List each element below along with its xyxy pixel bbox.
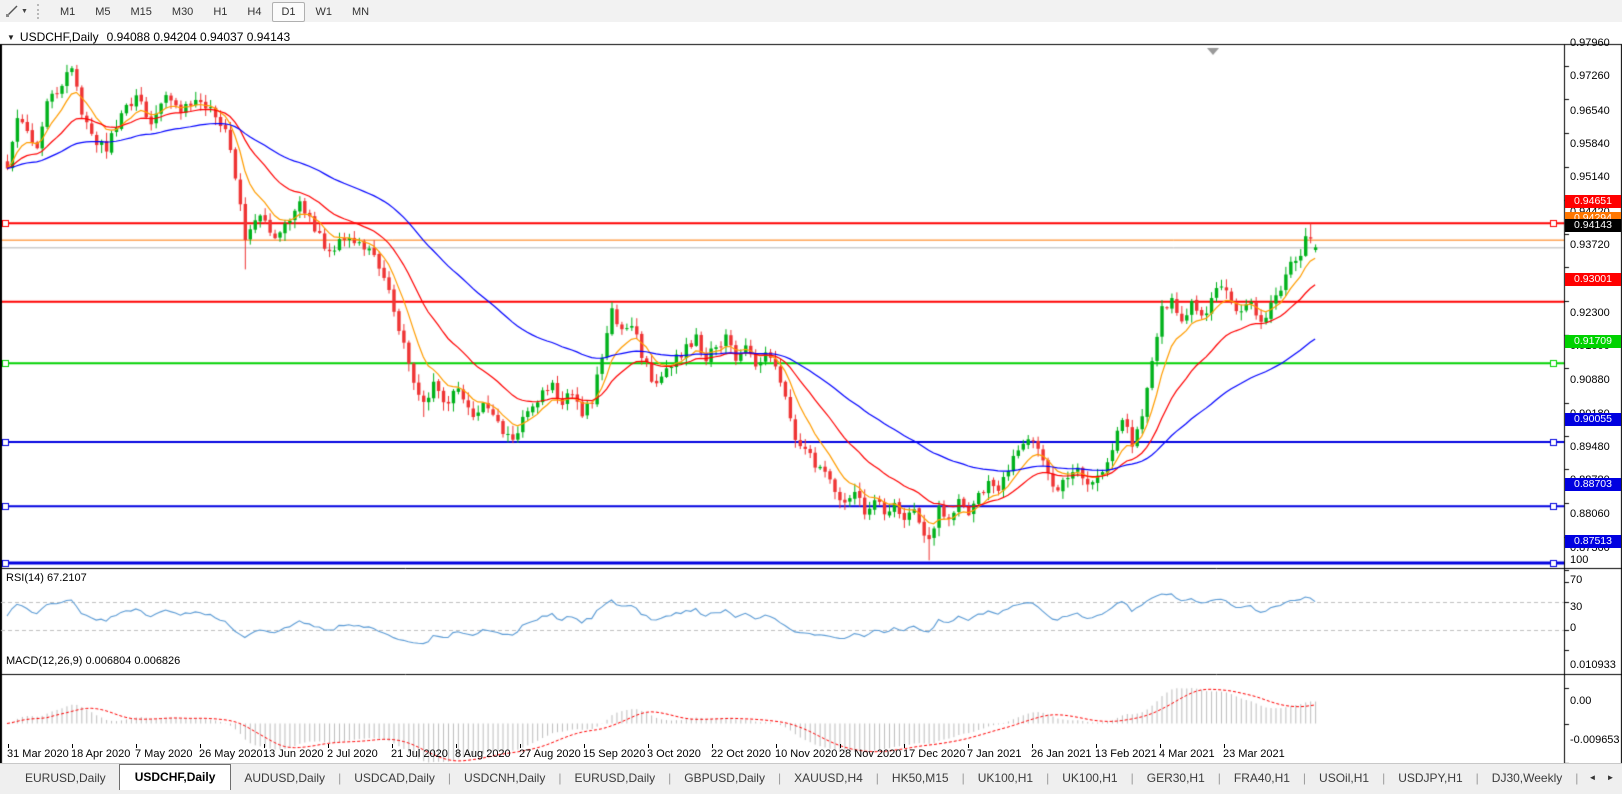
- chart-tab-china300-h1[interactable]: CHINA300,H1: [1578, 767, 1582, 790]
- chart-tab-usdchf-daily[interactable]: USDCHF,Daily: [119, 764, 232, 790]
- time-axis-tick: 3 Oct 2020: [647, 748, 701, 760]
- time-axis-tick: 31 Mar 2020: [7, 748, 69, 760]
- chart-tab-eurusd-daily[interactable]: EURUSD,Daily: [561, 767, 668, 790]
- chart-tab-fra40-h1[interactable]: FRA40,H1: [1221, 767, 1303, 790]
- time-axis-tick: 13 Jun 2020: [263, 748, 324, 760]
- hline-price-tag[interactable]: 0.90055: [1565, 413, 1621, 426]
- chart-tab-hk50-m15[interactable]: HK50,M15: [879, 767, 962, 790]
- time-axis-tick: 7 May 2020: [135, 748, 192, 760]
- chart-tab-uk100-h1[interactable]: UK100,H1: [1049, 767, 1130, 790]
- price-axis-tick: 0.89480: [1570, 441, 1620, 453]
- price-axis-tick: 0.95140: [1570, 171, 1620, 183]
- line-study-icon: [5, 4, 19, 18]
- timeframe-button-h1[interactable]: H1: [204, 2, 236, 22]
- price-axis-tick: 0.92300: [1570, 307, 1620, 319]
- rsi-axis-tick: 70: [1570, 574, 1620, 586]
- timeframe-button-d1[interactable]: D1: [272, 2, 304, 22]
- chart-window: ▼ USDCHF,Daily 0.94088 0.94204 0.94037 0…: [0, 22, 1622, 747]
- timeframe-button-m1[interactable]: M1: [51, 2, 84, 22]
- time-axis-tick: 10 Nov 2020: [775, 748, 837, 760]
- rsi-axis-tick: 100: [1570, 554, 1620, 566]
- hline-price-tag[interactable]: 0.91709: [1565, 335, 1621, 348]
- hline-price-tag[interactable]: 0.88703: [1565, 478, 1621, 491]
- chart-title: ▼ USDCHF,Daily 0.94088 0.94204 0.94037 0…: [7, 30, 290, 44]
- timeframe-button-w1[interactable]: W1: [307, 2, 342, 22]
- time-axis-tick: 21 Jul 2020: [391, 748, 448, 760]
- time-axis-tick: 26 May 2020: [199, 748, 263, 760]
- chart-tab-gbpusd-daily[interactable]: GBPUSD,Daily: [671, 767, 778, 790]
- time-axis-tick: 23 Mar 2021: [1223, 748, 1285, 760]
- time-axis-tick: 15 Sep 2020: [583, 748, 645, 760]
- timeframe-button-h4[interactable]: H4: [238, 2, 270, 22]
- time-axis-tick: 17 Dec 2020: [903, 748, 965, 760]
- chart-tab-ger30-h1[interactable]: GER30,H1: [1134, 767, 1218, 790]
- hline-price-tag[interactable]: 0.93001: [1565, 273, 1621, 286]
- hline-price-tag[interactable]: 0.87513: [1565, 535, 1621, 548]
- timeframe-buttons: M1M5M15M30H1H4D1W1MN: [50, 2, 379, 20]
- timeframe-button-m30[interactable]: M30: [163, 2, 202, 22]
- one-click-trading-toggle-icon[interactable]: ▼: [7, 33, 15, 42]
- time-axis-tick: 18 Apr 2020: [71, 748, 130, 760]
- time-axis-tick: 27 Aug 2020: [519, 748, 581, 760]
- chart-ohlc-values: 0.94088 0.94204 0.94037 0.94143: [107, 30, 291, 44]
- line-study-tool-button[interactable]: ▼: [2, 3, 31, 19]
- time-axis-tick: 22 Oct 2020: [711, 748, 771, 760]
- chart-tabs: EURUSD,DailyUSDCHF,DailyAUDUSD,Daily|USD…: [12, 764, 1582, 790]
- price-axis-tick: 0.97260: [1570, 70, 1620, 82]
- time-axis-tick: 7 Jan 2021: [967, 748, 1021, 760]
- price-axis-tick: 0.90880: [1570, 374, 1620, 386]
- tab-scroll-right-icon[interactable]: ►: [1603, 770, 1618, 785]
- timeframe-button-m5[interactable]: M5: [86, 2, 119, 22]
- time-axis-tick: 2 Jul 2020: [327, 748, 378, 760]
- toolbar-grip: [37, 4, 42, 19]
- chart-tab-dj30-weekly[interactable]: DJ30,Weekly: [1479, 767, 1575, 790]
- chevron-down-icon: ▼: [21, 8, 28, 15]
- price-axis-tick: 0.97960: [1570, 37, 1620, 49]
- price-axis-tick: 0.95840: [1570, 138, 1620, 150]
- time-axis-tick: 4 Mar 2021: [1159, 748, 1215, 760]
- price-axis-tick: 0.93720: [1570, 239, 1620, 251]
- chart-tab-usdcnh-daily[interactable]: USDCNH,Daily: [451, 767, 558, 790]
- mt4-terminal: ▼ M1M5M15M30H1H4D1W1MN ▼ USDCHF,Daily 0.…: [0, 0, 1622, 794]
- tab-scroll-left-icon[interactable]: ◄: [1585, 770, 1600, 785]
- macd-indicator-label: MACD(12,26,9) 0.006804 0.006826: [6, 655, 180, 667]
- timeframe-button-m15[interactable]: M15: [122, 2, 161, 22]
- macd-axis-tick: -0.009653: [1570, 734, 1620, 746]
- rsi-axis-tick: 0: [1570, 622, 1620, 634]
- macd-axis-tick: 0.00: [1570, 695, 1620, 707]
- chart-tab-usdcad-daily[interactable]: USDCAD,Daily: [341, 767, 448, 790]
- macd-axis-tick: 0.010933: [1570, 659, 1620, 671]
- chart-tab-uk100-h1[interactable]: UK100,H1: [965, 767, 1046, 790]
- timeframe-toolbar: ▼ M1M5M15M30H1H4D1W1MN: [0, 0, 1622, 22]
- chart-tab-usoil-h1[interactable]: USOil,H1: [1306, 767, 1382, 790]
- current-price-tag: 0.94143: [1565, 219, 1621, 232]
- chart-tab-eurusd-daily[interactable]: EURUSD,Daily: [12, 767, 119, 790]
- price-axis-tick: 0.96540: [1570, 105, 1620, 117]
- hline-price-tag[interactable]: 0.94651: [1565, 195, 1621, 208]
- time-axis-tick: 13 Feb 2021: [1095, 748, 1157, 760]
- timeframe-button-mn[interactable]: MN: [343, 2, 378, 22]
- chart-tab-bar: EURUSD,DailyUSDCHF,DailyAUDUSD,Daily|USD…: [0, 763, 1622, 794]
- time-axis-tick: 26 Jan 2021: [1031, 748, 1092, 760]
- candlestick-chart-canvas[interactable]: [0, 22, 1622, 770]
- chart-tab-xauusd-h4[interactable]: XAUUSD,H4: [781, 767, 876, 790]
- price-axis-tick: 0.88060: [1570, 508, 1620, 520]
- chart-tab-usdjpy-h1[interactable]: USDJPY,H1: [1385, 767, 1475, 790]
- rsi-axis-tick: 30: [1570, 601, 1620, 613]
- chart-tab-audusd-daily[interactable]: AUDUSD,Daily: [231, 767, 338, 790]
- rsi-indicator-label: RSI(14) 67.2107: [6, 572, 87, 584]
- time-axis-tick: 28 Nov 2020: [839, 748, 901, 760]
- chart-symbol-label: USDCHF,Daily: [20, 30, 99, 44]
- time-axis-tick: 8 Aug 2020: [455, 748, 511, 760]
